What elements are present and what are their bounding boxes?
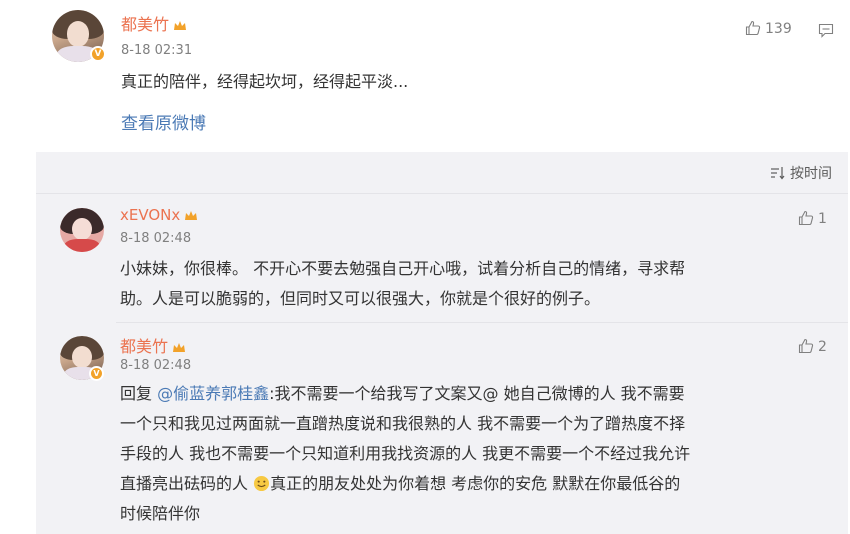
comment-time: 8-18 02:48 xyxy=(120,358,192,373)
username[interactable]: 都美竹 xyxy=(120,333,186,357)
divider xyxy=(116,322,848,323)
crown-icon xyxy=(185,210,198,220)
like-button[interactable]: 2 xyxy=(798,338,827,355)
view-original-link[interactable]: 查看原微博 xyxy=(121,109,206,139)
comment-icon[interactable] xyxy=(818,23,834,38)
crown-icon xyxy=(174,20,187,30)
comments-panel: 按时间 xEVONx 8-18 02:48 1 小妹妹，你很棒。 不开心不要去勉… xyxy=(36,152,848,534)
original-post: V 都美竹 8-18 02:31 真正的陪伴，经得起坎坷，经得起平淡... 查看… xyxy=(0,0,850,150)
thumbs-up-icon xyxy=(745,20,761,36)
username[interactable]: 都美竹 xyxy=(121,11,187,35)
comment-text: 小妹妹，你很棒。 不开心不要去勉强自己开心哦，试着分析自己的情绪，寻求帮 助。人… xyxy=(120,259,686,308)
smile-emoji-icon xyxy=(254,475,270,492)
sort-icon xyxy=(771,167,785,180)
avatar[interactable] xyxy=(60,208,104,252)
sort-by-time-button[interactable]: 按时间 xyxy=(770,163,832,183)
username[interactable]: xEVONx xyxy=(120,206,198,224)
sort-bar: 按时间 xyxy=(36,152,848,194)
like-button[interactable]: 1 xyxy=(798,210,827,227)
post-content: 真正的陪伴，经得起坎坷，经得起平淡... xyxy=(121,72,409,91)
thumbs-up-icon xyxy=(798,210,814,226)
post-time: 8-18 02:31 xyxy=(121,43,193,58)
thumbs-up-icon xyxy=(798,338,814,354)
verified-v-icon: V xyxy=(90,46,106,62)
comment-time: 8-18 02:48 xyxy=(120,231,192,246)
like-button[interactable]: 139 xyxy=(745,20,792,37)
verified-v-icon: V xyxy=(89,366,104,381)
crown-icon xyxy=(173,342,186,352)
mention-link[interactable]: @偷蓝养郭桂鑫 xyxy=(157,384,269,403)
comment-text: 回复 @偷蓝养郭桂鑫:我不需要一个给我写了文案又@ 她自己微博的人 我不需要 一… xyxy=(120,384,691,523)
